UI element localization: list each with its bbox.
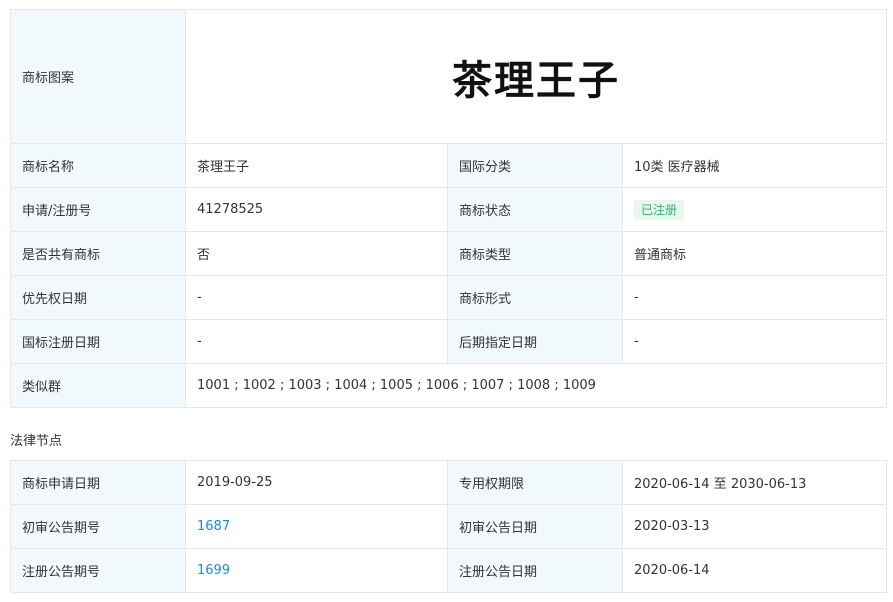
form-label: 商标形式 — [447, 275, 623, 320]
table-row: 注册公告期号 1699 注册公告日期 2020-06-14 — [10, 548, 887, 593]
pattern-label: 商标图案 — [10, 9, 186, 144]
table-row: 是否共有商标 否 商标类型 普通商标 — [10, 231, 888, 276]
reg-no-link[interactable]: 1699 — [197, 563, 230, 578]
table-row: 国标注册日期 - 后期指定日期 - — [10, 319, 888, 364]
shared-value: 否 — [185, 231, 448, 276]
prelim-date-value: 2020-03-13 — [622, 504, 887, 549]
reg-date-label: 注册公告日期 — [447, 548, 623, 593]
table-row: 商标申请日期 2019-09-25 专用权期限 2020-06-14 至 203… — [10, 460, 887, 505]
reg-date-value: 2020-06-14 — [622, 548, 887, 593]
similar-value: 1001 ; 1002 ; 1003 ; 1004 ; 1005 ; 1006 … — [184, 363, 888, 408]
type-value: 普通商标 — [621, 231, 888, 276]
similar-label: 类似群 — [10, 363, 186, 408]
table-row: 申请/注册号 41278525 商标状态 已注册 — [10, 187, 888, 232]
priority-value: - — [185, 275, 448, 320]
table-row: 初审公告期号 1687 初审公告日期 2020-03-13 — [10, 504, 887, 549]
prelim-no-link[interactable]: 1687 — [197, 519, 230, 534]
class-value: 10类 医疗器械 — [621, 143, 888, 188]
later-label: 后期指定日期 — [447, 319, 623, 364]
exclusive-value: 2020-06-14 至 2030-06-13 — [622, 460, 887, 505]
table-row: 优先权日期 - 商标形式 - — [10, 275, 888, 320]
name-label: 商标名称 — [10, 143, 186, 188]
regno-value: 41278525 — [185, 187, 448, 232]
reg-no-label: 注册公告期号 — [10, 548, 186, 593]
status-badge: 已注册 — [634, 199, 685, 220]
table-row: 商标图案 茶理王子 — [10, 9, 888, 144]
form-value: - — [621, 275, 888, 320]
trademark-logo: 茶理王子 — [184, 9, 888, 144]
exclusive-label: 专用权期限 — [447, 460, 623, 505]
intl-label: 国标注册日期 — [10, 319, 186, 364]
table-row: 类似群 1001 ; 1002 ; 1003 ; 1004 ; 1005 ; 1… — [10, 363, 888, 408]
logo-text: 茶理王子 — [452, 57, 620, 104]
legal-section-title: 法律节点 — [10, 434, 63, 449]
intl-value: - — [185, 319, 448, 364]
regno-label: 申请/注册号 — [10, 187, 186, 232]
priority-label: 优先权日期 — [10, 275, 186, 320]
name-value: 茶理王子 — [185, 143, 448, 188]
apply-date-label: 商标申请日期 — [10, 460, 186, 505]
apply-date-value: 2019-09-25 — [185, 460, 448, 505]
trademark-info-table: 商标图案 茶理王子 商标名称 茶理王子 国际分类 10类 医疗器械 申请/注册号… — [10, 9, 888, 408]
prelim-date-label: 初审公告日期 — [447, 504, 623, 549]
status-label: 商标状态 — [447, 187, 623, 232]
reg-no-cell: 1699 — [185, 548, 448, 593]
type-label: 商标类型 — [447, 231, 623, 276]
class-label: 国际分类 — [447, 143, 623, 188]
shared-label: 是否共有商标 — [10, 231, 186, 276]
later-value: - — [621, 319, 888, 364]
prelim-no-label: 初审公告期号 — [10, 504, 186, 549]
table-row: 商标名称 茶理王子 国际分类 10类 医疗器械 — [10, 143, 888, 188]
prelim-no-cell: 1687 — [185, 504, 448, 549]
status-cell: 已注册 — [621, 187, 888, 232]
legal-nodes-table: 商标申请日期 2019-09-25 专用权期限 2020-06-14 至 203… — [10, 460, 887, 593]
